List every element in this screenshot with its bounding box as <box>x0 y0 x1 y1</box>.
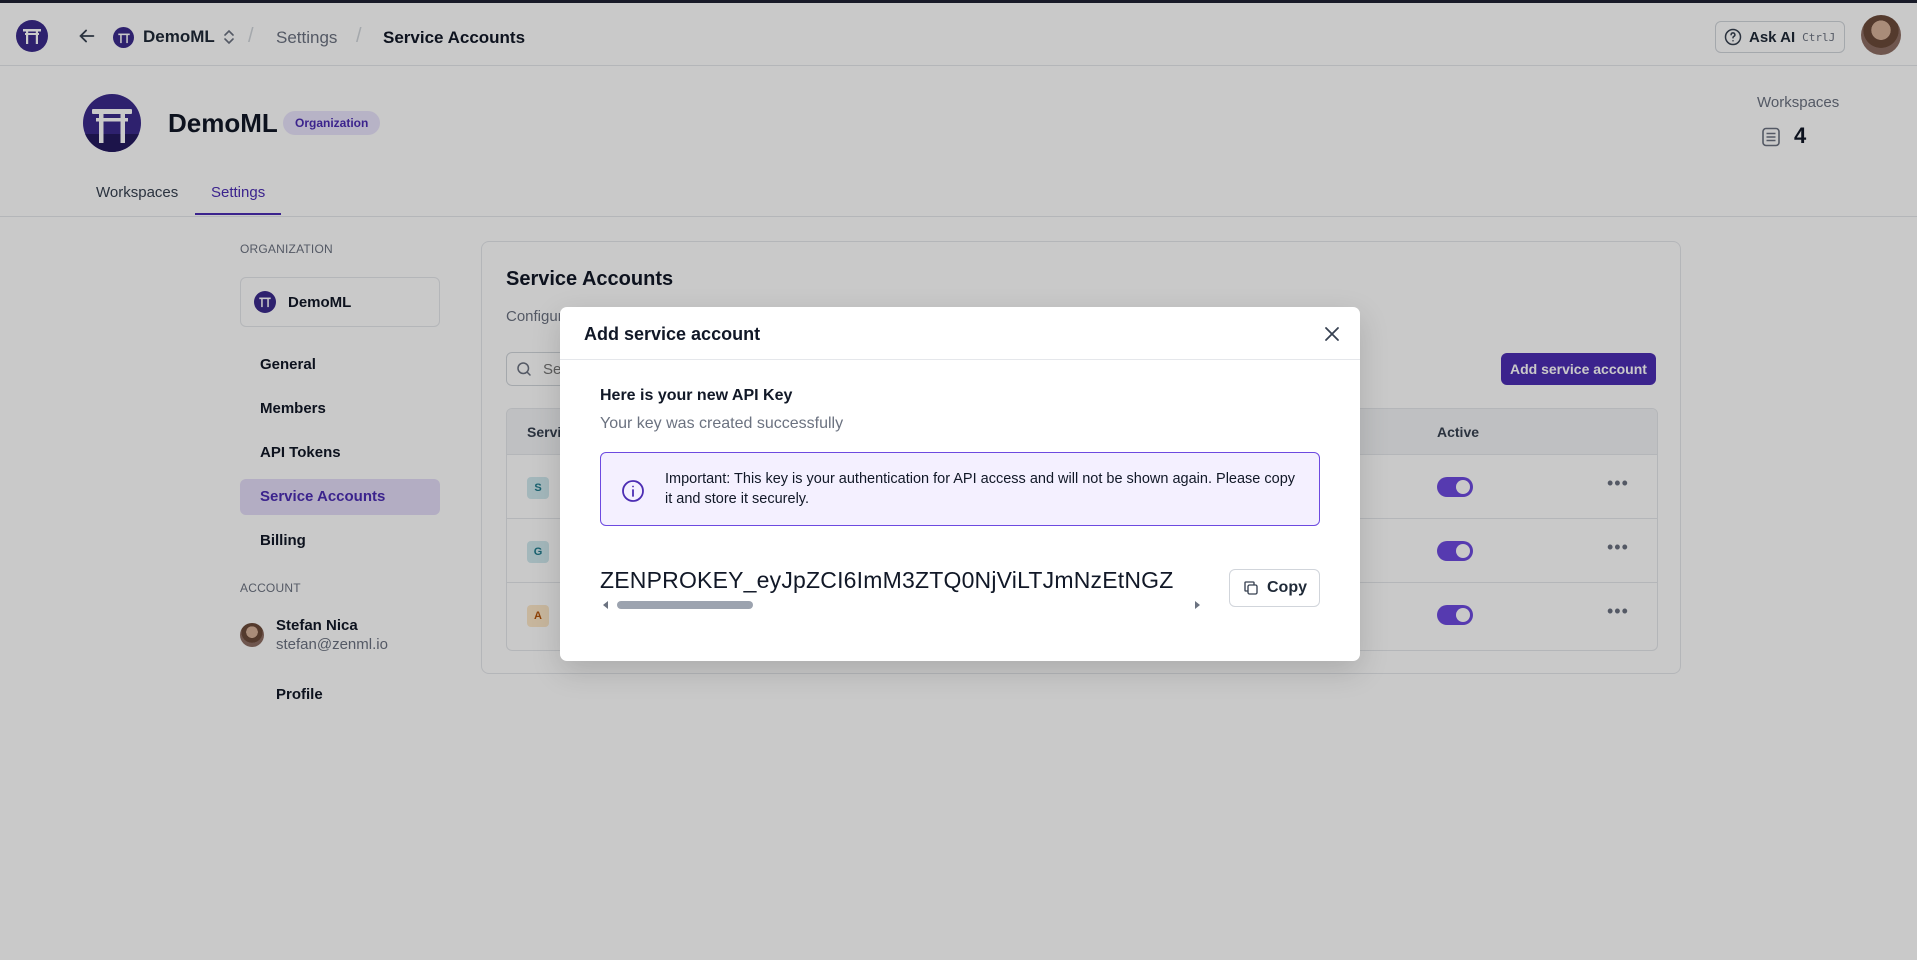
api-key-scrollbar[interactable] <box>600 600 1206 610</box>
copy-icon <box>1244 581 1258 595</box>
notice-text: Important: This key is your authenticati… <box>665 471 1296 507</box>
scrollbar-thumb[interactable] <box>617 601 753 609</box>
dialog-title: Add service account <box>584 324 761 344</box>
api-key-heading: Here is your new API Key <box>600 387 793 404</box>
copy-button[interactable]: Copy <box>1229 569 1320 607</box>
api-key-value[interactable]: ZENPROKEY_eyJpZCI6ImM3ZTQ0NjViLTJmNzEtNG… <box>600 567 1174 593</box>
add-service-account-dialog: Add service account Here is your new API… <box>560 307 1360 661</box>
dialog-header: Add service account <box>560 307 1360 360</box>
important-notice: Important: This key is your authenticati… <box>600 452 1320 526</box>
info-icon <box>622 480 644 502</box>
close-icon[interactable] <box>1322 324 1342 344</box>
scroll-left-arrow-icon[interactable] <box>603 601 608 609</box>
scroll-right-arrow-icon[interactable] <box>1195 601 1200 609</box>
api-key-subheading: Your key was created successfully <box>600 415 844 432</box>
copy-label: Copy <box>1267 579 1307 596</box>
